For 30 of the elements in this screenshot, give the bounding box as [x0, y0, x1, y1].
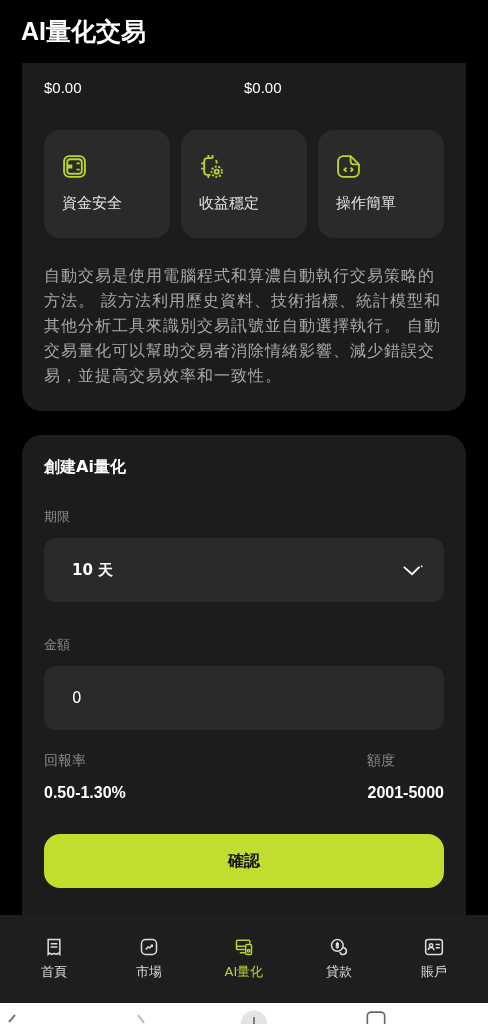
monitor-icon [233, 937, 254, 957]
feature-label: 資金安全 [62, 194, 123, 213]
chart-icon [138, 937, 159, 957]
code-file-icon [336, 154, 361, 179]
amount-value: $0.00 [44, 79, 83, 96]
feature-label: 收益穩定 [199, 194, 260, 213]
nav-tab[interactable]: 市場 [113, 937, 184, 981]
amount-value: $0.00 [244, 79, 283, 96]
form-title: 創建Ai量化 [44, 457, 127, 478]
coin-icon [329, 937, 350, 957]
period-select[interactable]: 10 天 [44, 538, 444, 602]
confirm-button[interactable]: 確認 [44, 834, 444, 888]
nav-tab[interactable]: AI量化 [208, 937, 279, 981]
id-card-icon [424, 937, 445, 957]
page-title: AI量化交易 [21, 16, 146, 47]
stat-value: 0.50-1.30% [44, 784, 126, 802]
feature-label: 操作簡單 [336, 194, 397, 213]
chip-gear-icon [199, 154, 224, 179]
field-label: 金額 [44, 636, 71, 654]
chevron-down-icon [402, 563, 424, 577]
stat-label: 額度 [367, 752, 396, 770]
description-text: 自動交易是使用電腦程式和算濃自動執行交易策略的方法。 該方法利用歷史資料、技術指標、統計模型和其他分析工具來識別交易訊號並自動選擇執行。 自動交易量化可以幫助交易者消除情緒影響、減少錯誤交易，並提高交易效率和一致性。 [44, 266, 442, 387]
field-label: 期限 [44, 508, 71, 526]
stat-label: 回報率 [44, 752, 86, 770]
amount-input[interactable]: 0 [44, 666, 444, 730]
nav-tab[interactable]: 貸款 [304, 937, 375, 981]
nav-tab[interactable]: 賬戶 [399, 937, 470, 981]
wallet-icon [62, 154, 87, 179]
stat-value: 2001-5000 [367, 784, 444, 802]
nav-tab[interactable]: 首頁 [18, 937, 89, 981]
